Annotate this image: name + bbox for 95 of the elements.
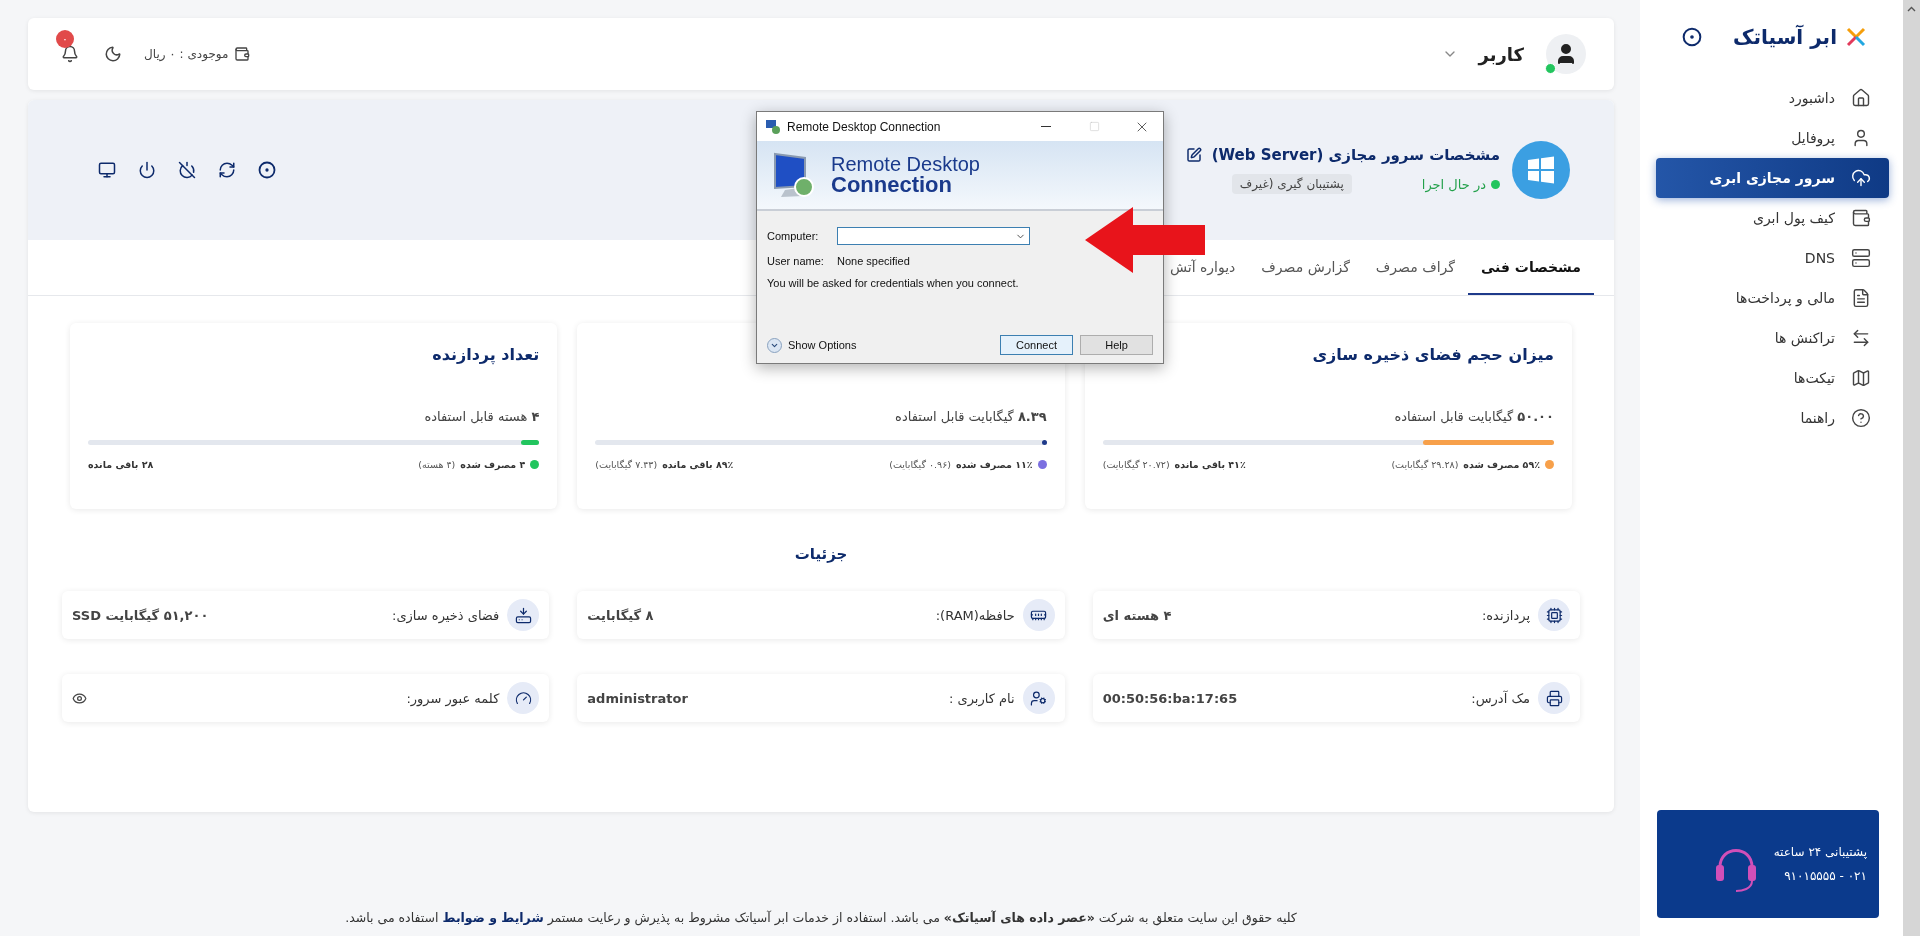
gauge-icon (514, 689, 532, 707)
available-text: ۴ هسته قابل استفاده (423, 409, 540, 424)
help-button[interactable]: Help (1080, 335, 1153, 355)
power-icon[interactable] (138, 161, 156, 179)
backup-chip: پشتیبان گیری (غیرف (1231, 174, 1352, 194)
moon-icon[interactable] (104, 45, 122, 63)
monitor-icon[interactable] (98, 161, 116, 179)
scroll-up-icon[interactable] (1907, 6, 1916, 12)
used-detail: (۰.۹۶ گیگابایت) (889, 459, 951, 470)
remaining-detail: (۲۰.۷۲ گیگابایت) (1102, 459, 1170, 470)
maximize-icon (1088, 121, 1100, 132)
available-text: ۵۰.۰۰ گیگابایت قابل استفاده (1393, 409, 1554, 424)
detail-value: ۴ هسته ای (1102, 607, 1172, 623)
detail-label: مک آدرس: (1471, 690, 1530, 706)
bell-icon[interactable] (61, 45, 79, 63)
credentials-note: You will be asked for credentials when you connect. (767, 277, 1020, 289)
remaining-text: ۴۱٪ باقی مانده (1174, 459, 1246, 470)
dialog-title: Remote Desktop Connection (787, 119, 941, 134)
sidebar-item[interactable]: DNS (1656, 238, 1889, 278)
detail-label: نام کاربری : (949, 690, 1015, 706)
card-title: تعداد پردازنده (432, 344, 540, 364)
support-phone: ۰۲۱ - ۹۱۰۱۵۵۵۵ (1783, 869, 1867, 883)
computer-label: Computer: (767, 230, 820, 242)
user-icon (1030, 689, 1048, 707)
logo-icon (1845, 26, 1867, 48)
document-icon (1851, 288, 1871, 308)
card-title: میزان حجم فضای ذخیره سازی (1312, 344, 1554, 364)
drive-icon (514, 606, 532, 624)
target-icon[interactable] (1682, 27, 1702, 47)
sidebar-item[interactable]: راهنما (1656, 398, 1889, 438)
status-text: در حال اجرا (1421, 176, 1486, 192)
printer-icon (1545, 689, 1563, 707)
home-icon (1851, 88, 1871, 108)
notification-badge: ۰ (56, 30, 74, 48)
user-value: None specified (837, 255, 910, 267)
user-icon (1851, 128, 1871, 148)
power-off-icon[interactable] (178, 161, 196, 179)
banner-subtitle: Connection (831, 174, 952, 196)
detail-value: 00:50:56:ba:17:65 (1102, 690, 1238, 706)
sidebar-item[interactable]: سرور مجازی ابری (1656, 158, 1889, 198)
sidebar-item[interactable]: کیف پول ابری (1656, 198, 1889, 238)
remaining-detail: (۷.۴۳ گیگابایت) (595, 459, 658, 470)
wallet-icon (234, 46, 251, 62)
sidebar-item[interactable]: داشبورد (1656, 78, 1889, 118)
tab[interactable]: گراف مصرف (1362, 240, 1468, 295)
options-link[interactable]: Show Options (788, 339, 857, 351)
used-text: ۴ مصرف شده (460, 459, 526, 470)
connect-button[interactable]: Connect (1000, 335, 1073, 355)
used-text: ۵۹٪ مصرف شده (1463, 459, 1540, 470)
terms-link[interactable]: شرایط و ضوابط (442, 910, 544, 925)
detail-label: کلمه عبور سرور: (406, 690, 500, 706)
edit-icon[interactable] (1185, 147, 1202, 163)
detail-label: حافظه(RAM): (935, 607, 1015, 623)
map-icon (1851, 368, 1871, 388)
monitor-drawing (771, 150, 817, 200)
help-icon (1851, 408, 1871, 428)
user-name[interactable]: کاربر (1478, 43, 1524, 65)
balance-text: موجودی : ۰ ریال (144, 47, 229, 61)
detail-value: ۵۱,۲۰۰ گیگابایت SSD (72, 607, 209, 623)
sidebar-item[interactable]: پروفایل (1656, 118, 1889, 158)
refresh-icon[interactable] (218, 161, 236, 179)
tab[interactable]: گزارش مصرف (1248, 240, 1363, 295)
chip-icon (1545, 606, 1563, 624)
server-title: مشخصات سرور مجازی (Web Server) (1211, 146, 1500, 164)
detail-value: administrator (587, 690, 688, 706)
user-label: User name: (767, 255, 825, 267)
cloud-upload-icon (1851, 168, 1871, 188)
brand-name: ابر آسیاتک (1733, 25, 1837, 49)
detail-label: پردازنده: (1481, 607, 1530, 623)
arrows-icon (1851, 328, 1871, 348)
eye-icon[interactable] (72, 690, 87, 706)
windows-icon (1527, 156, 1555, 184)
tab[interactable]: مشخصات فنی (1467, 240, 1594, 295)
support-title: پشتیبانی ۲۴ ساعته (1773, 845, 1867, 859)
scrollbar[interactable] (1903, 0, 1920, 936)
app-icon (765, 118, 781, 135)
sidebar-item[interactable]: مالی و پرداخت‌ها (1656, 278, 1889, 318)
target-icon[interactable] (258, 161, 276, 179)
remaining-text: ۸۹٪ باقی مانده (662, 459, 734, 470)
used-detail: (۴ هسته) (418, 459, 456, 470)
copyright-text: کلیه حقوق این سایت متعلق به شرکت «عصر داده های آسیاتک» می باشد. استفاده از خدمات ابر آسیاتک مشروط به پذیرش و رعایت مستمر شرایط و ضوابط استفاده می باشد. (345, 910, 1297, 925)
available-text: ۸.۳۹ گیگابایت قابل استفاده (894, 409, 1047, 424)
avatar[interactable] (1546, 34, 1586, 74)
detail-value: ۸ گیگابایت (587, 607, 654, 623)
sidebar-item[interactable]: تیکت‌ها (1656, 358, 1889, 398)
server-icon (1851, 248, 1871, 268)
detail-label: فضای ذخیره سازی: (392, 607, 500, 623)
used-text: ۱۱٪ مصرف شده (956, 459, 1033, 470)
used-detail: (۲۹.۲۸ گیگابایت) (1391, 459, 1459, 470)
computer-field[interactable] (837, 227, 1030, 245)
section-title: جزئیات (793, 545, 849, 563)
sidebar-item[interactable]: تراکنش ها (1656, 318, 1889, 358)
wallet-icon (1851, 208, 1871, 228)
remaining-text: ۲۸ باقی مانده (88, 459, 154, 470)
minimize-icon (1041, 126, 1051, 127)
